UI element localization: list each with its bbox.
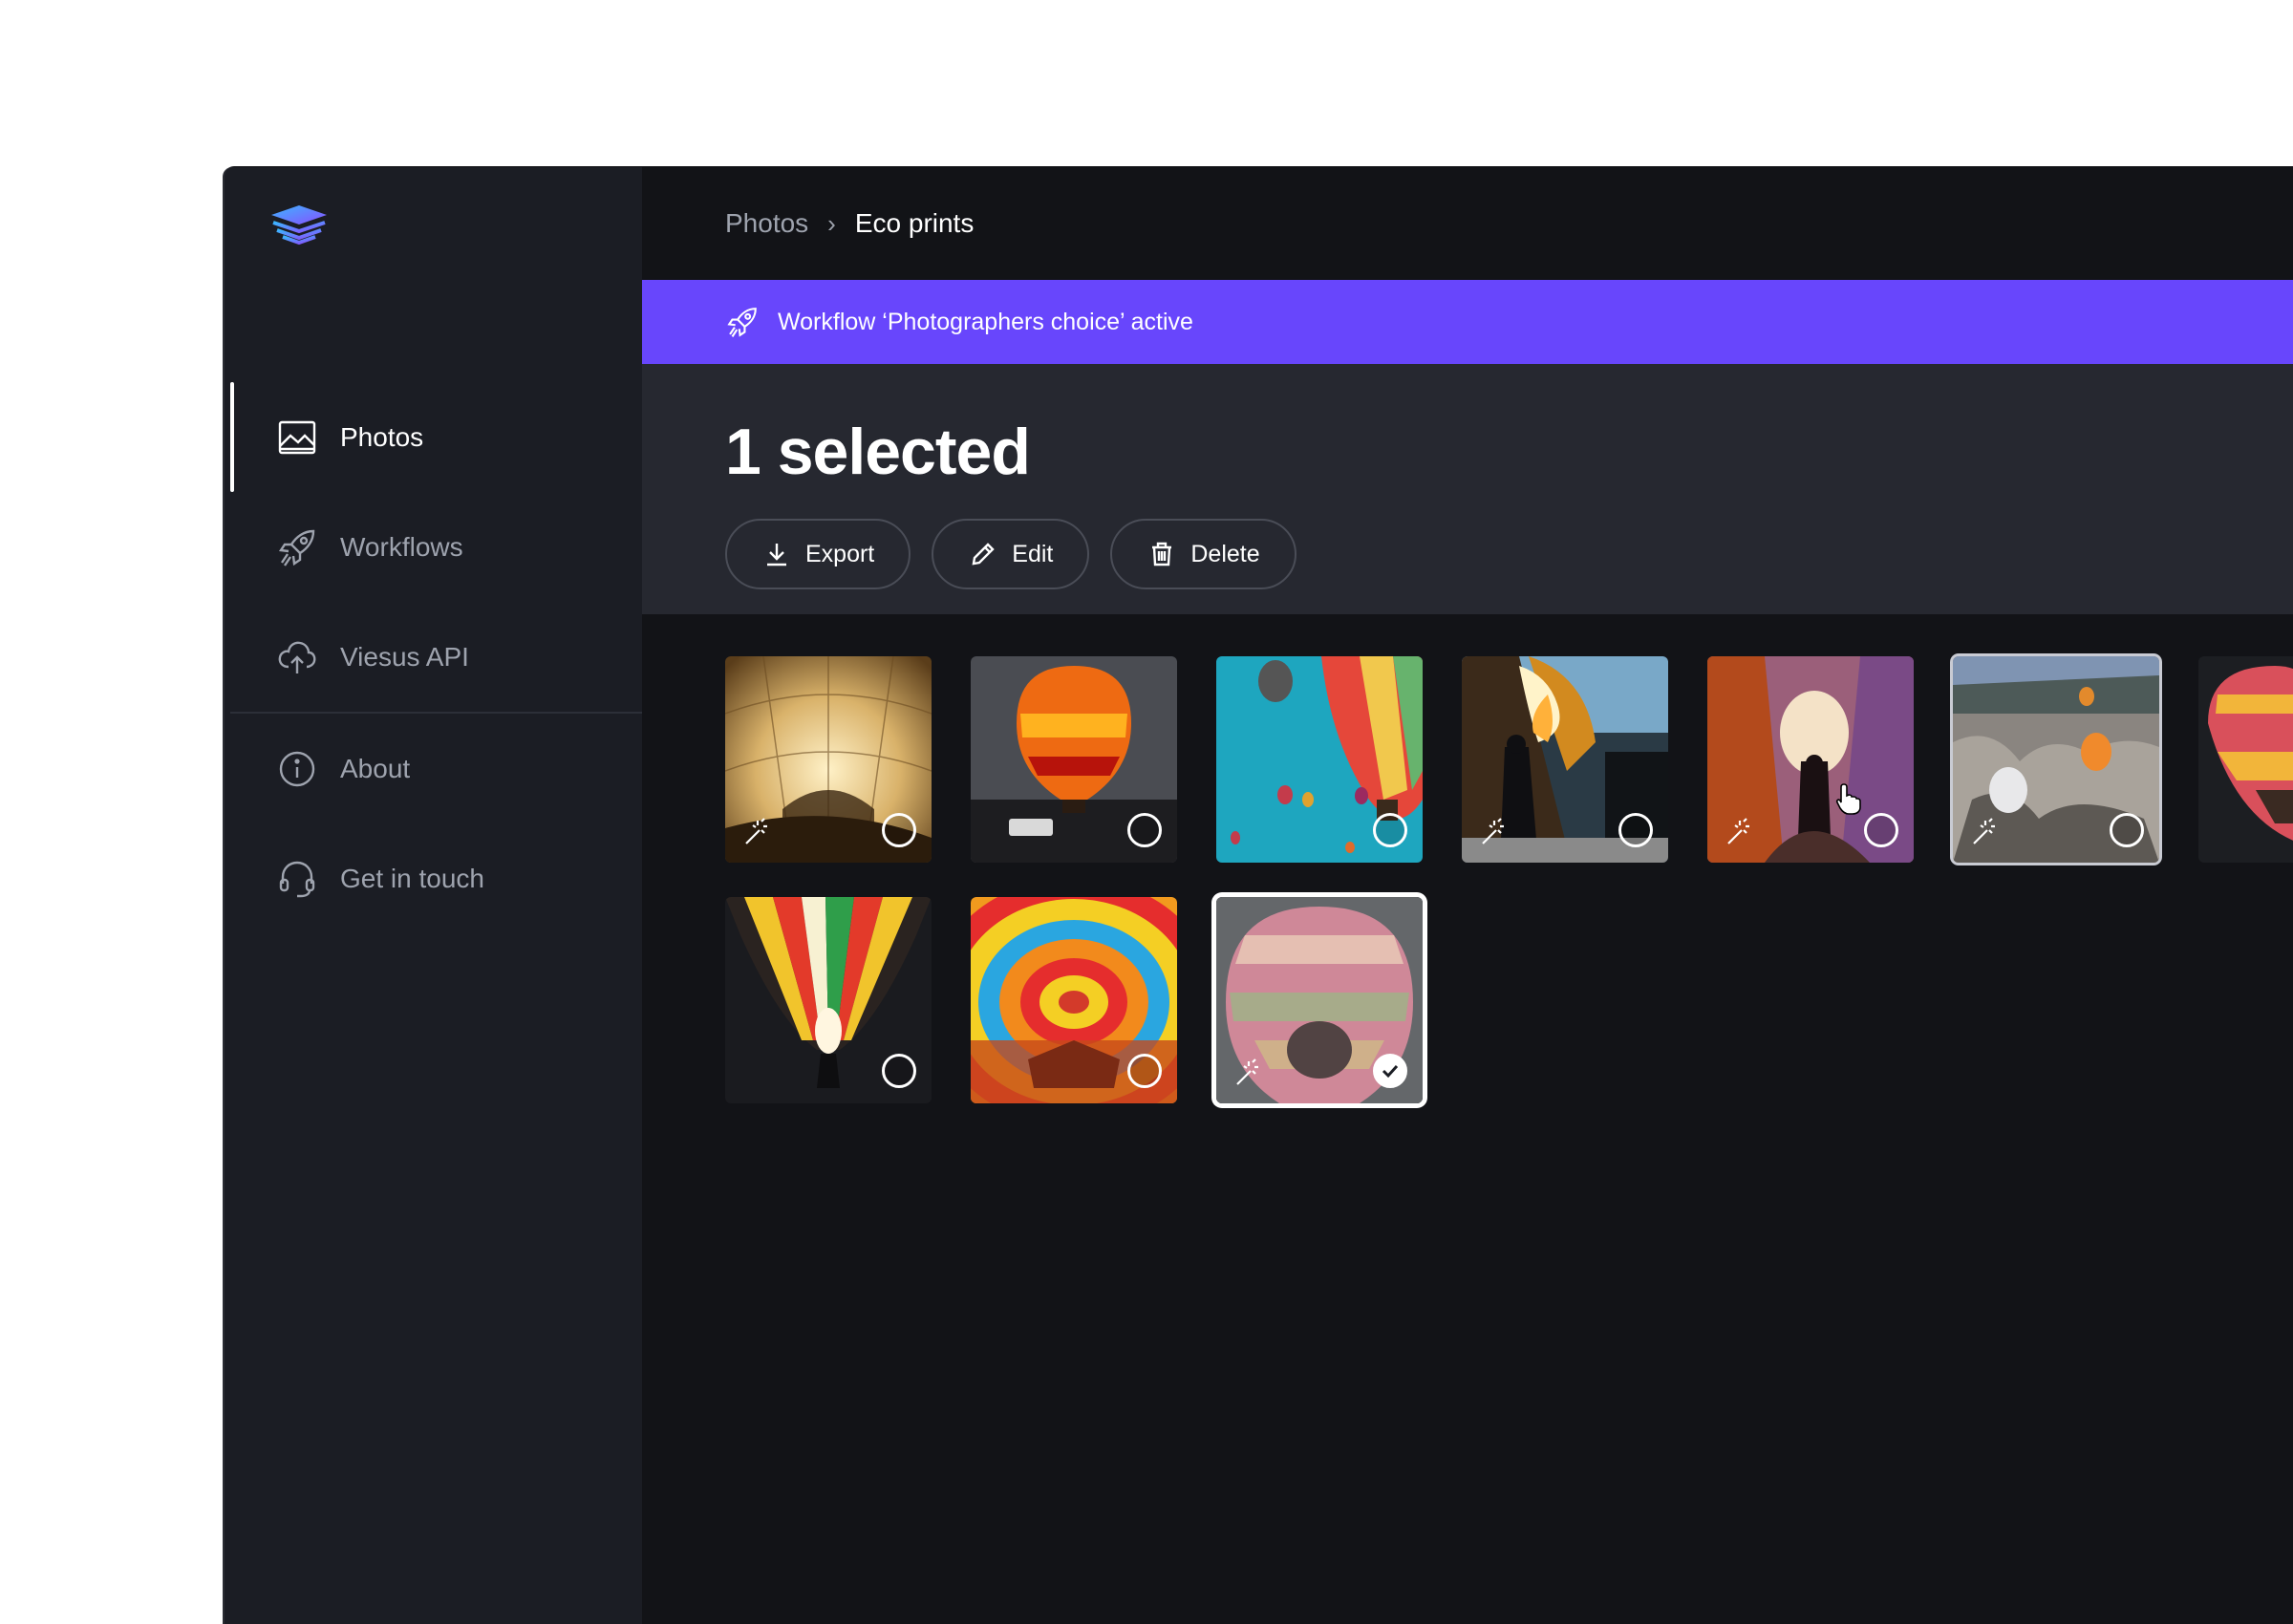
- magic-wand-icon: [1236, 1058, 1258, 1085]
- photo-thumbnail[interactable]: [971, 656, 1177, 863]
- photo-thumbnail[interactable]: [1216, 897, 1423, 1103]
- sidebar-item-photos[interactable]: Photos: [225, 382, 642, 492]
- breadcrumb: Photos › Eco prints: [642, 167, 2293, 280]
- sidebar-item-get-in-touch[interactable]: Get in touch: [225, 823, 642, 933]
- sidebar-item-viesus-api[interactable]: Viesus API: [225, 602, 642, 712]
- selection-actions: Export Edit Delete: [725, 519, 2293, 589]
- download-icon: [767, 544, 786, 566]
- headset-icon: [279, 861, 315, 897]
- sidebar-item-about[interactable]: About: [225, 714, 642, 823]
- breadcrumb-parent[interactable]: Photos: [725, 208, 808, 239]
- photo-thumbnail[interactable]: [971, 897, 1177, 1103]
- delete-button[interactable]: Delete: [1110, 519, 1297, 589]
- sidebar-item-label: Get in touch: [340, 863, 484, 893]
- export-label: Export: [805, 540, 875, 567]
- edit-label: Edit: [1012, 540, 1054, 567]
- rocket-icon: [278, 529, 315, 566]
- pencil-icon: [972, 543, 995, 566]
- selection-count: 1 selected: [725, 416, 1031, 488]
- photo-grid: [725, 656, 2293, 1624]
- delete-label: Delete: [1190, 540, 1260, 567]
- select-checkbox[interactable]: [882, 1054, 916, 1088]
- sidebar-nav: Photos Workflows Viesus API About Get in…: [225, 382, 642, 933]
- image-icon: [278, 420, 316, 454]
- sidebar-item-label: Viesus API: [340, 641, 469, 672]
- sidebar-item-label: About: [340, 753, 411, 783]
- photo-image: [2198, 656, 2293, 863]
- app-window: Photos Workflows Viesus API About Get in…: [225, 167, 2293, 1624]
- photo-thumbnail[interactable]: [1707, 656, 1914, 863]
- trash-icon: [1152, 542, 1172, 566]
- sidebar-item-label: Workflows: [340, 531, 463, 562]
- photo-thumbnail[interactable]: [2198, 656, 2293, 863]
- select-checkbox-checked[interactable]: [1373, 1054, 1407, 1088]
- info-icon: [279, 751, 315, 786]
- rocket-icon: [727, 308, 757, 337]
- select-checkbox[interactable]: [1618, 813, 1653, 847]
- photo-thumbnail[interactable]: [725, 656, 932, 863]
- workflow-banner: Workflow ‘Photographers choice’ active: [642, 280, 2293, 364]
- banner-text: Workflow ‘Photographers choice’ active: [778, 308, 1193, 335]
- edit-button[interactable]: Edit: [932, 519, 1090, 589]
- sidebar-item-label: Photos: [340, 421, 424, 452]
- export-button[interactable]: Export: [725, 519, 911, 589]
- cloud-upload-icon: [278, 641, 316, 673]
- photo-thumbnail[interactable]: [725, 897, 932, 1103]
- photo-thumbnail[interactable]: [1953, 656, 2159, 863]
- select-checkbox[interactable]: [1127, 813, 1162, 847]
- magic-wand-icon: [745, 818, 767, 844]
- magic-wand-icon: [1727, 818, 1749, 844]
- select-checkbox[interactable]: [2110, 813, 2144, 847]
- select-checkbox[interactable]: [882, 813, 916, 847]
- photo-thumbnail[interactable]: [1462, 656, 1668, 863]
- magic-wand-icon: [1482, 818, 1504, 844]
- breadcrumb-current: Eco prints: [854, 208, 975, 238]
- selection-panel: 1 selected Export Edit Delete: [642, 364, 2293, 614]
- sidebar: Photos Workflows Viesus API About Get in…: [225, 167, 642, 1624]
- chevron-right-icon: ›: [827, 208, 836, 238]
- select-checkbox[interactable]: [1864, 813, 1898, 847]
- main-content: Photos › Eco prints Workflow ‘Photograph…: [642, 167, 2293, 1624]
- photo-thumbnail[interactable]: [1216, 656, 1423, 863]
- sidebar-item-workflows[interactable]: Workflows: [225, 492, 642, 602]
- layers-logo-icon[interactable]: [269, 203, 329, 249]
- select-checkbox[interactable]: [1373, 813, 1407, 847]
- magic-wand-icon: [1973, 818, 1995, 844]
- checkmark-icon: [1382, 1064, 1399, 1079]
- select-checkbox[interactable]: [1127, 1054, 1162, 1088]
